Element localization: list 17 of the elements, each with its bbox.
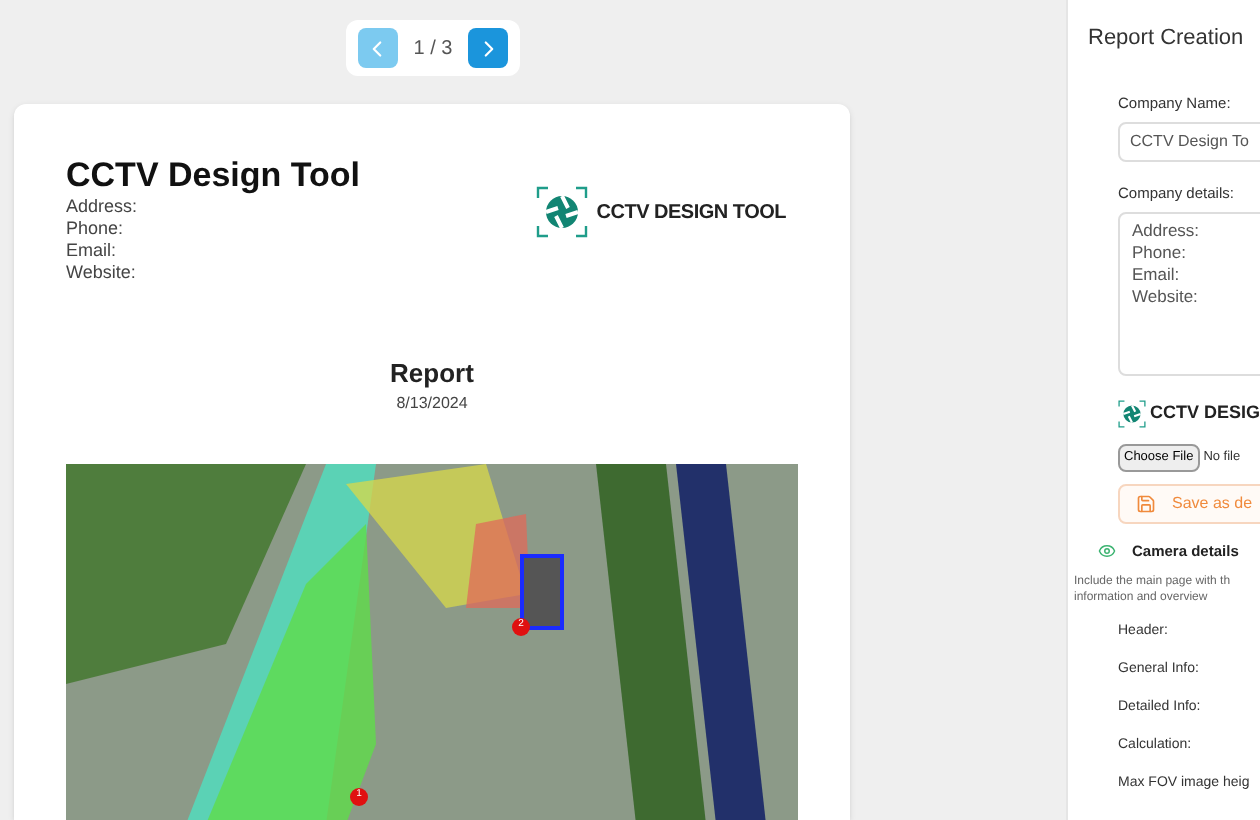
company-name: CCTV Design Tool: [66, 154, 361, 197]
report-date: 8/13/2024: [396, 391, 468, 415]
report-title: Report: [390, 358, 474, 391]
save-icon: [1136, 493, 1156, 514]
eye-icon[interactable]: [1098, 541, 1116, 560]
logo-text: CCTV DESIG: [1149, 400, 1260, 427]
page-indicator: 1 / 3: [413, 35, 453, 63]
company-detail: Address:: [66, 196, 140, 219]
panel-title: Report Creation: [1088, 24, 1246, 54]
company-name-input[interactable]: CCTV Design To: [1118, 121, 1260, 162]
company-details-input[interactable]: Address: Phone: Email: Website:: [1118, 212, 1260, 376]
next-page-button[interactable]: [468, 28, 509, 68]
logo-text: CCTV DESIGN TOOL: [596, 199, 786, 227]
company-detail: Email:: [66, 240, 119, 263]
company-detail: Phone:: [66, 218, 126, 241]
company-detail: Website:: [66, 262, 138, 285]
aperture-logo-icon: [536, 186, 589, 238]
